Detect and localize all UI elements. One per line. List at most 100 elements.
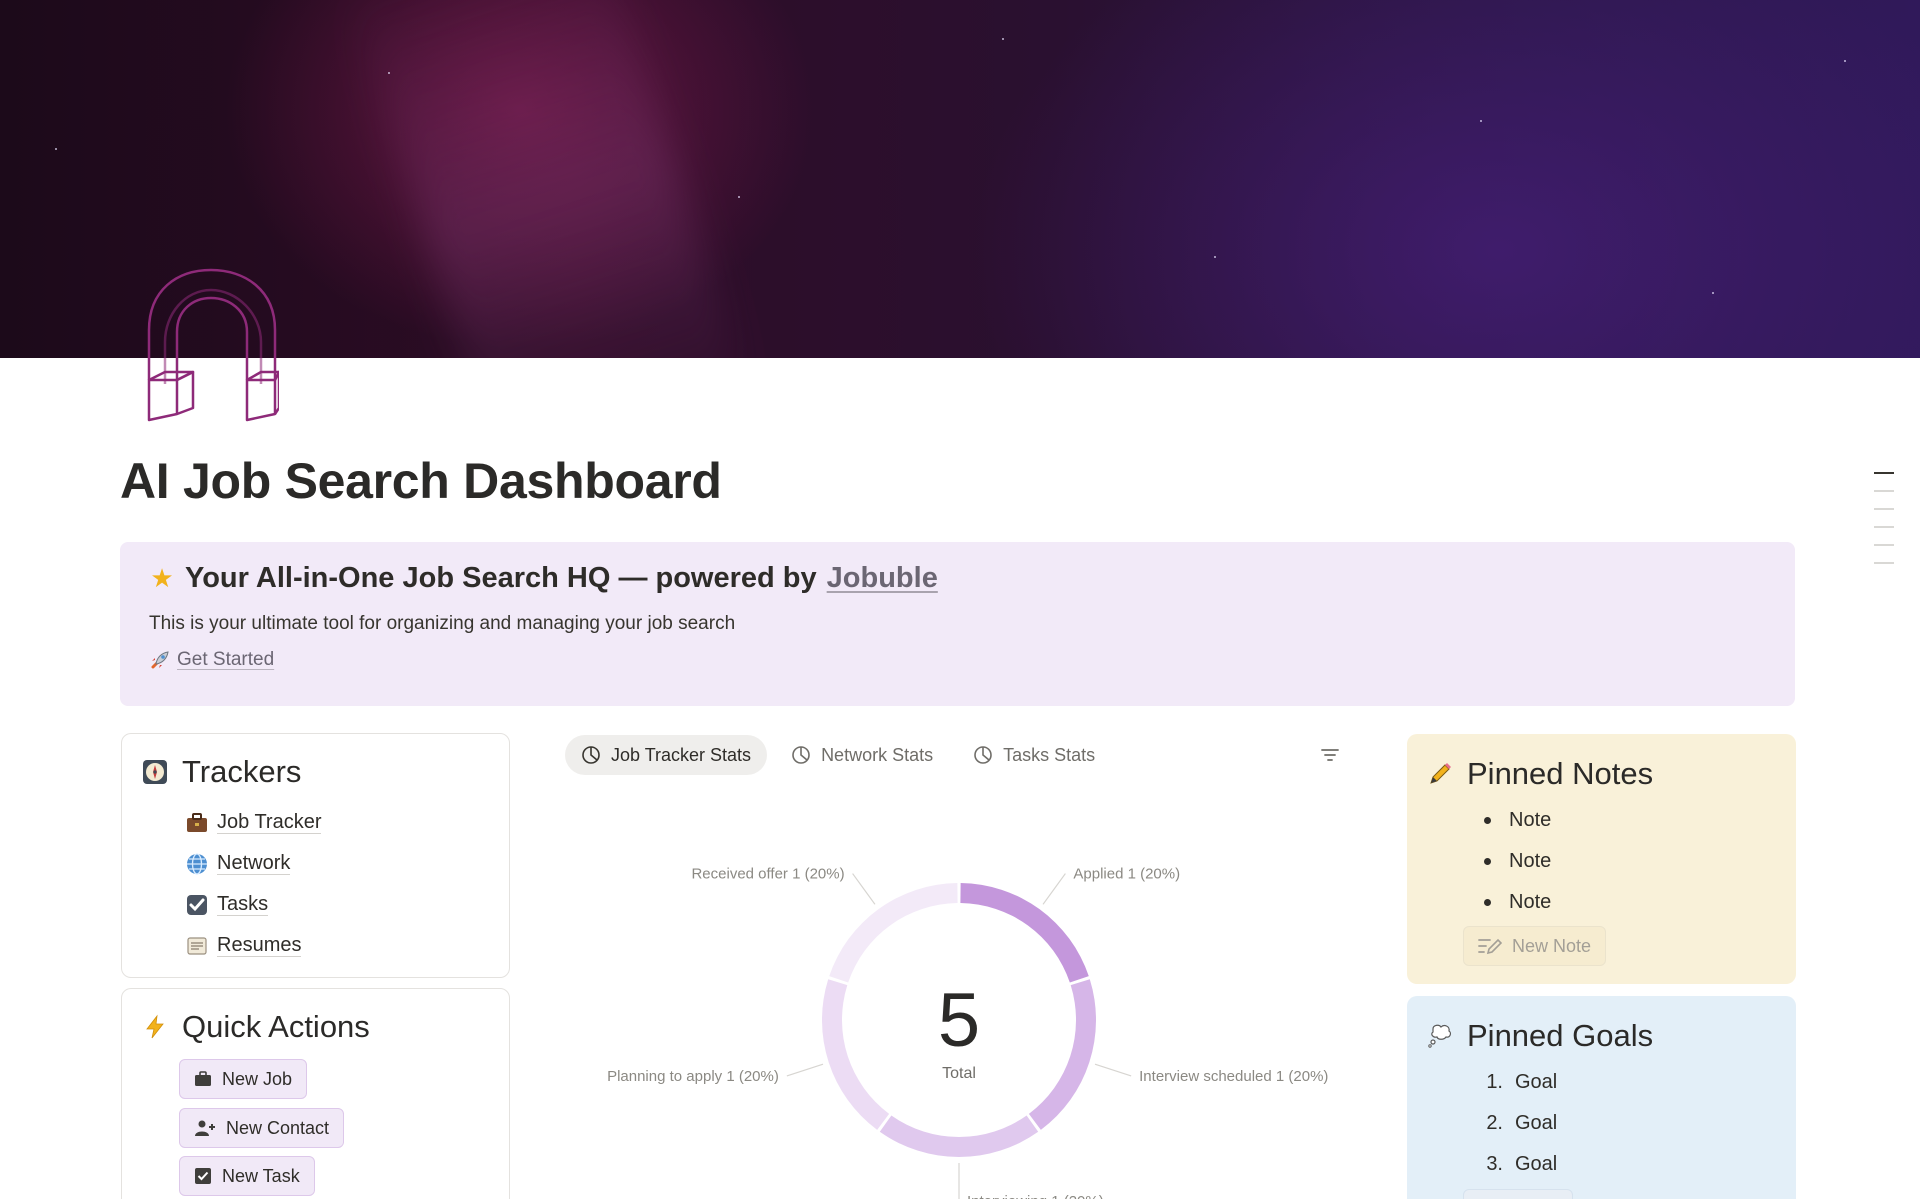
tracker-item-tasks[interactable]: Tasks xyxy=(185,884,321,925)
trackers-card: Trackers Job Tracker Network Tasks Resum… xyxy=(121,733,510,978)
bullet-dot xyxy=(1484,817,1491,824)
tab-label: Job Tracker Stats xyxy=(611,744,752,765)
list-item[interactable]: 3. Goal xyxy=(1473,1144,1557,1185)
cover-star xyxy=(1712,292,1714,294)
globe-icon xyxy=(187,852,207,875)
list-item[interactable]: 2. Goal xyxy=(1473,1103,1557,1144)
leader-line xyxy=(786,1063,824,1077)
jobuble-link[interactable]: Jobuble xyxy=(827,562,938,595)
pinned-notes-title: Pinned Notes xyxy=(1467,756,1654,791)
tracker-list: Job Tracker Network Tasks Resumes xyxy=(185,802,322,966)
quick-actions-heading: Quick Actions xyxy=(142,1009,370,1045)
slice-label: Planning to apply 1 (20%) xyxy=(607,1068,779,1085)
quick-actions-title: Quick Actions xyxy=(182,1009,370,1044)
new-job-button[interactable]: New Job xyxy=(179,1059,308,1099)
notes-list: Note Note Note xyxy=(1477,800,1551,923)
thought-bubble-icon xyxy=(1428,1024,1452,1048)
leader-line xyxy=(1042,873,1066,905)
new-contact-label: New Contact xyxy=(226,1117,330,1138)
donut-slice-received-offer[interactable] xyxy=(829,883,958,983)
donut-slice-interview-scheduled[interactable] xyxy=(1028,979,1096,1130)
list-number: 3. xyxy=(1486,1153,1503,1175)
list-item[interactable]: Note xyxy=(1477,882,1551,923)
slice-label: Interviewing 1 (20%) xyxy=(967,1193,1104,1199)
tracker-item-network[interactable]: Network xyxy=(185,843,321,884)
tracker-item-label[interactable]: Network xyxy=(217,852,291,875)
page-title: AI Job Search Dashboard xyxy=(120,453,722,509)
goal-item[interactable]: Goal xyxy=(1515,1153,1557,1176)
leader-line xyxy=(852,873,876,905)
new-goal-button[interactable] xyxy=(1463,1189,1573,1199)
tracker-item-job-tracker[interactable]: Job Tracker xyxy=(185,802,322,843)
toc-line[interactable] xyxy=(1874,526,1894,528)
intro-callout: ★ Your All-in-One Job Search HQ — powere… xyxy=(120,542,1795,706)
toc-line[interactable] xyxy=(1874,472,1894,474)
list-item[interactable]: Note xyxy=(1477,841,1551,882)
cover-star xyxy=(1480,120,1482,122)
new-note-button[interactable]: New Note xyxy=(1463,926,1607,966)
goals-list: 1. Goal 2. Goal 3. Goal xyxy=(1473,1062,1557,1185)
scroll-icon xyxy=(187,936,207,955)
new-note-label: New Note xyxy=(1512,935,1592,956)
donut-slice-planning-to-apply[interactable] xyxy=(822,979,890,1130)
donut-slice-applied[interactable] xyxy=(960,883,1089,983)
tracker-item-label[interactable]: Job Tracker xyxy=(217,811,322,834)
toc-line[interactable] xyxy=(1874,508,1894,510)
briefcase-icon xyxy=(187,812,207,832)
goal-item[interactable]: Goal xyxy=(1515,1112,1557,1135)
get-started-row: Get Started xyxy=(149,649,1766,671)
quick-actions-card: Quick Actions New Job New Contact New Ta… xyxy=(121,988,510,1199)
new-job-label: New Job xyxy=(222,1068,293,1089)
filter-icon[interactable] xyxy=(1320,746,1340,764)
note-item[interactable]: Note xyxy=(1509,850,1551,873)
job-tracker-chart: Applied 1 (20%) Interview scheduled 1 (20… xyxy=(565,820,1345,1199)
table-of-contents[interactable] xyxy=(1874,472,1896,580)
pie-chart-icon xyxy=(974,746,992,764)
new-task-label: New Task xyxy=(222,1165,300,1186)
tab-label: Tasks Stats xyxy=(1003,744,1096,765)
toc-line[interactable] xyxy=(1874,544,1894,546)
pinned-goals-heading: Pinned Goals xyxy=(1427,1018,1653,1054)
goal-item[interactable]: Goal xyxy=(1515,1071,1557,1094)
tab-label: Network Stats xyxy=(821,744,934,765)
bullet-dot xyxy=(1484,858,1491,865)
magnet-icon[interactable] xyxy=(145,268,279,424)
note-item[interactable]: Note xyxy=(1509,891,1551,914)
cover-star xyxy=(1002,38,1004,40)
lightning-icon xyxy=(146,1014,164,1039)
tab-job-tracker-stats[interactable]: Job Tracker Stats xyxy=(565,735,768,775)
list-item[interactable]: Note xyxy=(1477,800,1551,841)
donut-slice-interviewing[interactable] xyxy=(879,1115,1039,1157)
toc-line[interactable] xyxy=(1874,490,1894,492)
pinned-notes-card: Pinned Notes Note Note Note New Note xyxy=(1407,734,1796,984)
callout-heading: ★ Your All-in-One Job Search HQ — powere… xyxy=(149,562,1766,595)
pencil-icon xyxy=(1430,763,1451,784)
list-item[interactable]: 1. Goal xyxy=(1473,1062,1557,1103)
tracker-item-label[interactable]: Resumes xyxy=(217,934,302,957)
get-started-link[interactable]: Get Started xyxy=(177,649,274,671)
list-number: 2. xyxy=(1486,1112,1503,1134)
rocket-icon xyxy=(151,651,169,669)
compose-icon xyxy=(1478,938,1502,955)
tab-tasks-stats[interactable]: Tasks Stats xyxy=(957,735,1111,775)
toc-line[interactable] xyxy=(1874,562,1894,564)
callout-heading-text: Your All-in-One Job Search HQ — powered … xyxy=(185,562,817,594)
note-item[interactable]: Note xyxy=(1509,809,1551,832)
new-task-button[interactable]: New Task xyxy=(179,1156,315,1196)
cover-star xyxy=(55,148,57,150)
tab-network-stats[interactable]: Network Stats xyxy=(775,735,949,775)
slice-label: Interview scheduled 1 (20%) xyxy=(1139,1068,1328,1085)
checkbox-icon xyxy=(187,894,207,915)
new-contact-button[interactable]: New Contact xyxy=(179,1108,345,1148)
tracker-item-label[interactable]: Tasks xyxy=(217,893,269,916)
checkbox-icon xyxy=(195,1168,211,1184)
tracker-item-resumes[interactable]: Resumes xyxy=(185,925,321,966)
cover-nebula xyxy=(346,0,754,358)
star-emoji-icon: ★ xyxy=(150,563,174,594)
bullet-dot xyxy=(1484,899,1491,906)
list-number: 1. xyxy=(1486,1071,1503,1093)
add-person-icon xyxy=(195,1120,215,1136)
stats-tabs: Job Tracker Stats Network Stats Tasks St… xyxy=(565,735,1111,775)
donut-chart: Applied 1 (20%) Interview scheduled 1 (20… xyxy=(607,866,1328,1199)
slice-label: Received offer 1 (20%) xyxy=(691,866,844,883)
